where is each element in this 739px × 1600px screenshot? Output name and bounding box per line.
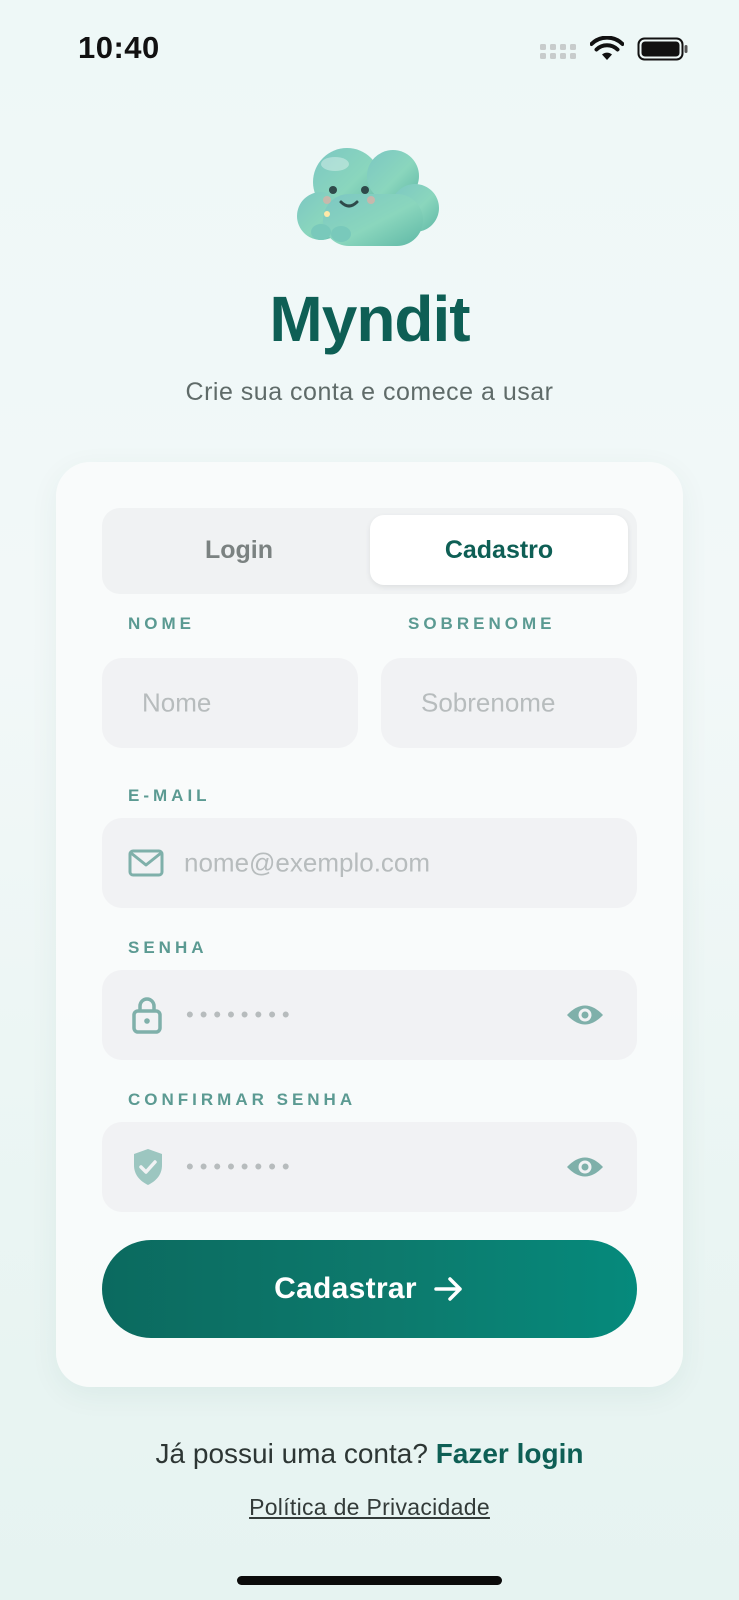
last-name-placeholder: Sobrenome [421,687,556,718]
app-title: Myndit [269,283,470,355]
cloud-mascot-logo [297,148,439,246]
eye-icon[interactable] [565,1002,605,1028]
signup-button-label: Cadastrar [274,1272,417,1305]
confirm-password-placeholder: •••••••• [186,1154,296,1179]
last-name-input[interactable]: Sobrenome [381,658,637,748]
arrow-right-icon [434,1277,462,1301]
app-subtitle: Crie sua conta e comece a usar [185,378,554,406]
email-placeholder: nome@exemplo.com [184,847,431,878]
login-link[interactable]: Fazer login [436,1438,584,1469]
status-bar: 10:40 [0,0,739,100]
status-time: 10:40 [78,30,160,65]
tab-cadastro[interactable]: Cadastro [370,515,628,585]
first-name-input[interactable]: Nome [102,658,358,748]
wifi-icon [590,36,624,60]
password-label: SENHA [128,938,208,957]
confirm-password-field[interactable]: •••••••• [102,1122,637,1212]
last-name-label: SOBRENOME [408,614,556,633]
home-indicator [237,1576,502,1585]
login-prompt: Já possui uma conta? Fazer login [0,1438,739,1470]
first-name-label: NOME [128,614,195,633]
login-prompt-text: Já possui uma conta? [155,1438,428,1469]
confirm-password-label: CONFIRMAR SENHA [128,1090,357,1109]
auth-tabs: Login Cadastro [102,508,637,594]
password-field[interactable]: •••••••• [102,970,637,1060]
shield-check-icon [134,1149,162,1185]
eye-icon[interactable] [565,1154,605,1180]
privacy-policy-link[interactable]: Política de Privacidade [0,1494,739,1521]
tab-login[interactable]: Login [110,515,368,585]
email-field[interactable]: nome@exemplo.com [102,818,637,908]
signup-button[interactable]: Cadastrar [102,1240,637,1338]
battery-icon [637,37,688,61]
cellular-signal-icon [540,44,576,59]
email-label: E-MAIL [128,786,211,805]
first-name-placeholder: Nome [142,687,212,718]
password-placeholder: •••••••• [186,1002,296,1027]
lock-icon [132,997,162,1034]
mail-icon [128,849,164,877]
